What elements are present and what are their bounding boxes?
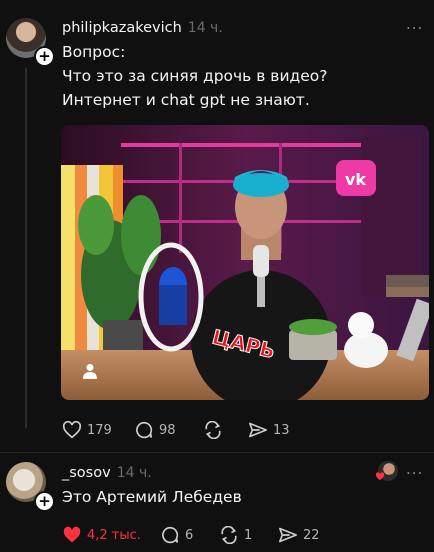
post-text-line: Вопрос:	[62, 43, 126, 61]
comment-icon	[136, 421, 153, 439]
reply-text: Это Артемий Лебедев	[62, 488, 242, 506]
post-text-line: Интернет и chat gpt не знают.	[62, 91, 310, 109]
liked-by-author-icon	[375, 461, 398, 481]
share-button[interactable]: 13	[248, 421, 290, 439]
post-text: Вопрос: Что это за синяя дрочь в видео? …	[62, 40, 327, 112]
repost-icon	[221, 526, 237, 544]
post-username[interactable]: philipkazakevich	[62, 20, 182, 36]
comment-button[interactable]: 98	[134, 421, 176, 439]
video-frame: vk ЦАРЬ	[61, 125, 429, 400]
reply-header: _sosov 14 ч.	[62, 462, 152, 481]
share-icon	[279, 527, 297, 543]
heart-icon	[62, 421, 82, 439]
reply-like-count: 4,2 тыс.	[87, 527, 141, 543]
like-button[interactable]: 179	[62, 421, 112, 439]
repost-icon	[205, 421, 221, 439]
thread-line	[25, 68, 27, 428]
reply-share-count: 22	[303, 527, 320, 543]
reply-share-button[interactable]: 22	[278, 526, 320, 544]
follow-plus-icon[interactable]: +	[34, 491, 55, 512]
comment-count: 98	[159, 422, 176, 438]
reply-repost-button[interactable]: 1	[219, 526, 252, 544]
post-more-icon[interactable]: ...	[406, 15, 423, 33]
share-count: 13	[273, 422, 290, 438]
comment-icon	[162, 526, 179, 544]
reply-comment-count: 6	[185, 527, 194, 543]
vk-logo-icon: vk	[345, 170, 366, 189]
repost-button[interactable]	[203, 421, 228, 439]
post-video[interactable]: vk ЦАРЬ	[61, 125, 429, 400]
follow-plus-icon[interactable]: +	[34, 46, 55, 67]
reply-comment-button[interactable]: 6	[160, 526, 193, 544]
post-time: 14 ч.	[187, 20, 223, 36]
divider	[0, 452, 434, 453]
user-tag-icon[interactable]	[83, 363, 97, 379]
post-text-line: Что это за синяя дрочь в видео?	[62, 67, 328, 85]
reply-time: 14 ч.	[116, 465, 152, 481]
reply-username[interactable]: _sosov	[62, 465, 111, 481]
heart-filled-icon	[63, 526, 81, 543]
like-count: 179	[87, 422, 112, 438]
post-header: philipkazakevich 14 ч.	[62, 17, 223, 36]
reply-like-button[interactable]: 4,2 тыс.	[62, 526, 141, 544]
share-icon	[249, 422, 267, 438]
reply-repost-count: 1	[244, 527, 253, 543]
reply-more-icon[interactable]: ...	[406, 460, 423, 478]
